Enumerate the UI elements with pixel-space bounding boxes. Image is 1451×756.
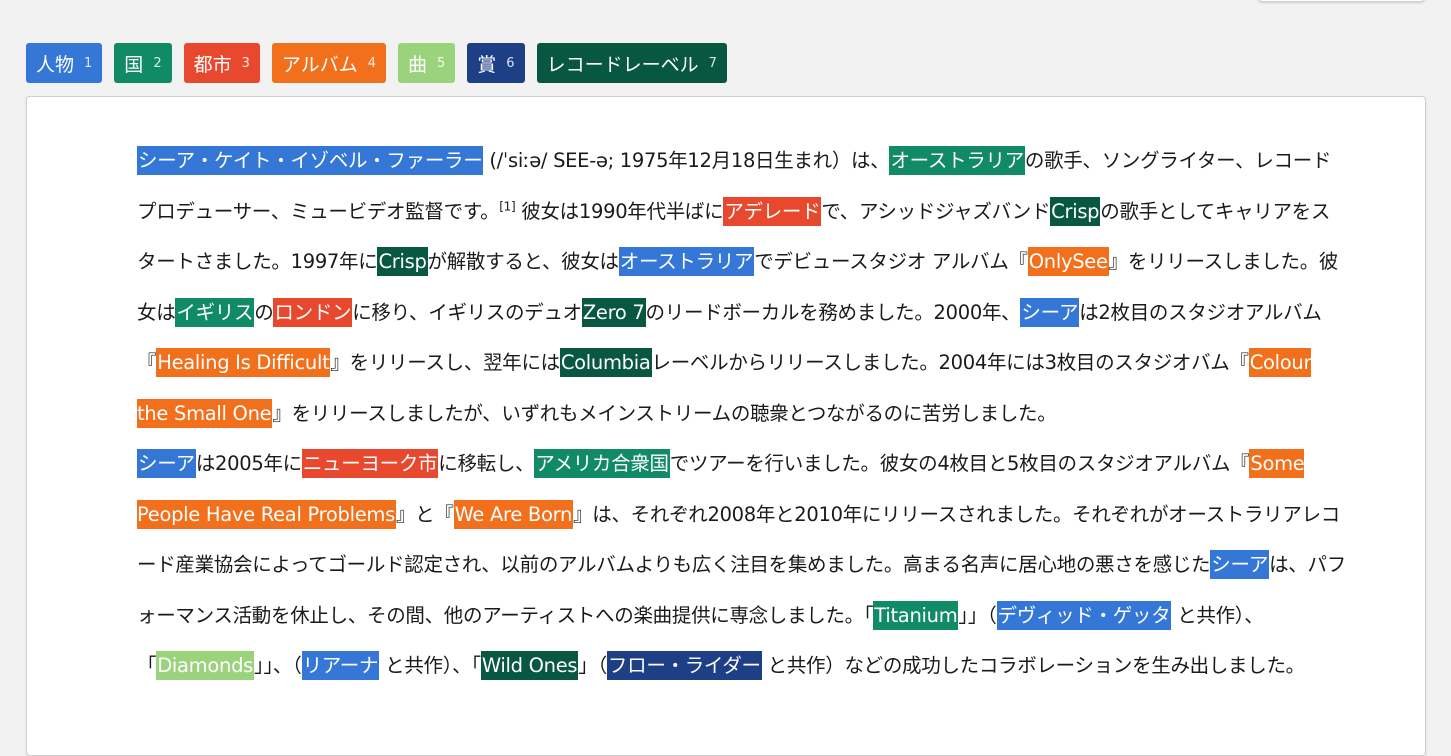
text-segment: の <box>254 300 274 324</box>
entity-country[interactable]: イギリス <box>175 297 255 327</box>
entity-person[interactable]: デヴィッド・ゲッタ <box>996 600 1172 630</box>
legend-shortcut-key: 7 <box>708 55 717 71</box>
legend-item-country[interactable]: 国2 <box>114 43 172 83</box>
text-segment: と共作）、「 <box>379 654 481 677</box>
legend-label: アルバム <box>281 53 358 76</box>
legend-item-album[interactable]: アルバム 4 <box>271 43 386 83</box>
legend-item-award[interactable]: 賞6 <box>467 43 525 83</box>
entity-label[interactable]: Crisp <box>1050 196 1101 226</box>
entity-country[interactable]: Titanium <box>873 600 959 630</box>
legend-shortcut-key: 2 <box>153 55 162 71</box>
entity-city[interactable]: アデレード <box>723 196 822 226</box>
entity-album[interactable]: Healing Is Difficult <box>156 348 331 377</box>
text-segment: と共作）などの成功したコラボレーションを生み出しました。 <box>761 654 1306 677</box>
entity-person[interactable]: シーア <box>1210 550 1270 579</box>
top-edge-control <box>1258 0 1425 2</box>
legend-label: 曲 <box>407 53 427 76</box>
text-segment: レーベルからリリースしました。2004年には3枚目のスタジオバム『 <box>651 351 1249 374</box>
entity-city[interactable]: ニューヨーク市 <box>301 449 439 478</box>
entity-label[interactable]: Zero 7 <box>581 297 646 327</box>
text-segment: が解散すると、彼女は <box>427 250 620 273</box>
legend-label: 国 <box>124 53 144 76</box>
legend-item-person[interactable]: 人物 1 <box>26 43 103 83</box>
text-segment: でデビュースタジオ アルバム『 <box>754 250 1028 273</box>
document-panel: シーア・ケイト・イゾベル・ファーラー (/ˈsiːə/ SEE-ə; 1975年… <box>26 96 1426 756</box>
paragraph: シーア・ケイト・イゾベル・ファーラー (/ˈsiːə/ SEE-ə; 1975年… <box>137 136 1347 439</box>
entity-album[interactable]: We Are Born <box>453 499 574 529</box>
entity-country[interactable]: アメリカ合衆国 <box>534 449 670 478</box>
text-segment: (/ˈsiːə/ SEE-ə; 1975年12月18日生まれ）は、 <box>483 149 890 172</box>
legend-label: 人物 <box>36 53 75 76</box>
legend-shortcut-key: 3 <box>241 55 250 71</box>
text-segment: は2005年に <box>195 452 302 475</box>
text-segment: 』をリリースし、翌年には <box>330 351 560 374</box>
text-segment: で、アシッドジャズバンド <box>821 199 1051 223</box>
legend-shortcut-key: 6 <box>506 55 515 71</box>
entity-label[interactable]: Columbia <box>559 348 652 377</box>
entity-person[interactable]: リアーナ <box>301 651 380 680</box>
legend-item-city[interactable]: 都市 3 <box>183 43 260 83</box>
entity-person[interactable]: シーア <box>137 449 196 478</box>
legend-shortcut-key: 1 <box>84 55 93 71</box>
citation-marker[interactable]: [1] <box>499 199 515 213</box>
text-segment: 」」（ <box>958 603 997 627</box>
entity-legend: 人物 1 国 2 都市 3 アルバム 4 曲 5 賞 6 レコードレーベル 7 <box>26 43 727 83</box>
paragraph: シーアは2005年にニューヨーク市に移転し、アメリカ合衆国でツアーを行いました。… <box>137 439 1347 692</box>
legend-item-song[interactable]: 曲5 <box>397 43 456 83</box>
legend-shortcut-key: 4 <box>367 55 376 71</box>
entity-person[interactable]: シーア・ケイト・イゾベル・ファーラー <box>137 146 484 175</box>
text-segment: 」（ <box>578 654 607 677</box>
entity-label[interactable]: Crisp <box>377 247 428 276</box>
text-segment: 』と『 <box>395 502 454 526</box>
legend-label: 都市 <box>193 53 232 76</box>
entity-song[interactable]: Diamonds <box>156 651 255 680</box>
legend-label: 賞 <box>477 53 497 76</box>
entity-award[interactable]: フロー・ライダー <box>606 651 762 680</box>
text-segment: に移転し、 <box>438 452 535 475</box>
legend-shortcut-key: 5 <box>437 55 446 71</box>
entity-label[interactable]: Wild Ones <box>480 651 579 680</box>
text-segment: に移り、イギリスのデュオ <box>352 300 582 324</box>
entity-album[interactable]: OnlySee <box>1027 247 1109 276</box>
text-segment: 彼女は1990年代半ばに <box>515 199 724 223</box>
text-segment: でツアーを行いました。彼女の4枚目と5枚目のスタジオアルバム『 <box>669 452 1250 475</box>
annotated-text: シーア・ケイト・イゾベル・ファーラー (/ˈsiːə/ SEE-ə; 1975年… <box>137 136 1347 692</box>
entity-city[interactable]: ロンドン <box>273 297 353 327</box>
legend-item-label[interactable]: レコードレーベル 7 <box>536 43 727 83</box>
entity-person[interactable]: オーストラリア <box>618 247 755 276</box>
text-segment: 」」、（ <box>254 654 302 677</box>
entity-person[interactable]: シーア <box>1020 297 1080 327</box>
text-segment: のリードボーカルを務めました。2000年、 <box>645 300 1021 324</box>
text-segment: 』をリリースしましたが、いずれもメインストリームの聴衆とつながるのに苦労しました… <box>272 401 1057 425</box>
legend-label: レコードレーベル <box>546 53 699 76</box>
entity-country[interactable]: オーストラリア <box>889 146 1025 175</box>
